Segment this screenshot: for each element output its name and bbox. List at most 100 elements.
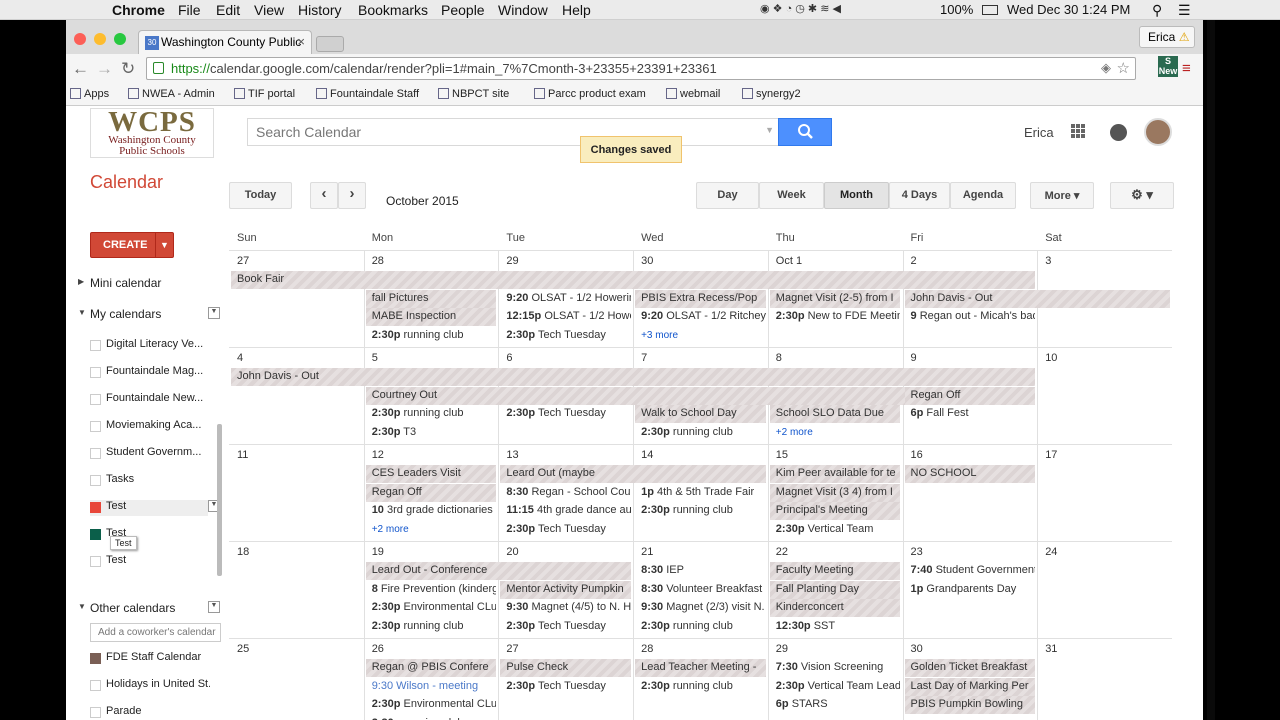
calendar-event[interactable]: Mentor Activity Pumpkin <box>500 580 632 599</box>
calendar-event[interactable]: Golden Ticket Breakfast <box>904 659 1036 677</box>
app-name[interactable]: Chrome <box>112 2 165 18</box>
my-calendars-toggle[interactable]: ▼ My calendars <box>78 307 161 321</box>
day-number[interactable]: 19 <box>372 546 384 558</box>
menu-edit[interactable]: Edit <box>216 2 240 18</box>
day-number[interactable]: 16 <box>911 449 923 461</box>
view-day-button[interactable]: Day <box>696 182 759 209</box>
calendar-event[interactable]: 2:30p Tech Tuesday <box>500 405 631 423</box>
reload-button[interactable]: ↻ <box>121 59 135 79</box>
calendar-event[interactable]: 10 3rd grade dictionaries <box>366 502 497 520</box>
forward-button[interactable]: → <box>96 59 113 79</box>
calendar-checkbox[interactable] <box>90 653 101 664</box>
address-bar[interactable]: https://calendar.google.com/calendar/ren… <box>146 57 1136 80</box>
calendar-event[interactable]: 2:30p Vertical Team <box>770 521 901 539</box>
settings-gear-icon[interactable]: ⚙ ▾ <box>1110 182 1174 209</box>
search-button[interactable] <box>778 118 832 146</box>
minimize-window-button[interactable] <box>94 33 106 45</box>
day-number[interactable]: 11 <box>237 449 248 461</box>
my-calendar-item[interactable]: Test <box>90 554 210 570</box>
close-window-button[interactable] <box>74 33 86 45</box>
calendar-checkbox[interactable] <box>90 340 101 351</box>
my-calendar-item[interactable]: Test <box>90 500 208 516</box>
calendar-event[interactable]: 9:30 Wilson - meeting <box>366 678 497 696</box>
view-month-button[interactable]: Month <box>824 182 889 209</box>
menu-view[interactable]: View <box>254 2 284 18</box>
profile-button[interactable]: Erica ⚠ <box>1139 26 1195 48</box>
calendar-event[interactable]: 9:20 OLSAT - 1/2 Ritchey <box>635 308 766 326</box>
notifications-icon[interactable] <box>1110 124 1127 141</box>
calendar-event[interactable]: Walk to School Day <box>635 405 766 424</box>
day-number[interactable]: 12 <box>372 449 384 461</box>
calendar-event[interactable]: 2:30p running club <box>366 405 497 423</box>
calendar-event[interactable]: Fall Planting Day <box>769 580 901 599</box>
calendar-event[interactable]: Leard Out (maybe <box>500 465 766 483</box>
menu-help[interactable]: Help <box>562 2 591 18</box>
day-number[interactable]: 30 <box>641 255 653 267</box>
calendar-event[interactable]: NO SCHOOL <box>904 465 1036 483</box>
calendar-event[interactable]: 2:30p running club <box>635 678 766 696</box>
day-number[interactable]: 7 <box>641 352 647 364</box>
search-input[interactable]: Search Calendar ▼ <box>247 118 779 146</box>
calendar-event[interactable]: Principal's Meeting <box>769 502 901 521</box>
day-number[interactable]: 27 <box>237 255 249 267</box>
calendar-event[interactable]: 1p 4th & 5th Trade Fair <box>635 484 766 502</box>
calendar-event[interactable]: Kinderconcert <box>769 599 901 618</box>
day-number[interactable]: 15 <box>776 449 788 461</box>
battery-icon[interactable] <box>982 5 998 15</box>
add-coworker-input[interactable]: Add a coworker's calendar <box>90 623 221 642</box>
calendar-event[interactable]: Book Fair <box>231 271 1036 289</box>
day-number[interactable]: 2 <box>911 255 917 267</box>
more-events-link[interactable]: +3 more <box>641 330 678 341</box>
user-name[interactable]: Erica <box>1024 125 1054 140</box>
calendar-event[interactable]: 2:30p Tech Tuesday <box>500 327 631 345</box>
notification-center-icon[interactable]: ☰ <box>1178 2 1191 19</box>
day-number[interactable]: 25 <box>237 643 249 655</box>
new-tab-button[interactable] <box>316 36 344 52</box>
day-number[interactable]: 6 <box>506 352 512 364</box>
bookmark-item[interactable]: Parcc product exam <box>534 88 646 100</box>
calendar-event[interactable]: Regan Off <box>904 386 1036 405</box>
other-calendars-toggle[interactable]: ▼ Other calendars <box>78 601 175 615</box>
calendar-event[interactable]: 1p Grandparents Day <box>905 581 1036 599</box>
calendar-checkbox[interactable] <box>90 367 101 378</box>
chrome-menu-icon[interactable]: ≡ <box>1182 60 1191 77</box>
sidebar-scrollbar[interactable] <box>217 424 222 576</box>
s-new-extension-icon[interactable]: S New <box>1158 56 1178 77</box>
view-week-button[interactable]: Week <box>759 182 824 209</box>
menu-history[interactable]: History <box>298 2 342 18</box>
day-number[interactable]: 18 <box>237 546 249 558</box>
day-number[interactable]: 28 <box>641 643 653 655</box>
day-number[interactable]: 8 <box>776 352 782 364</box>
day-number[interactable]: 10 <box>1045 352 1057 364</box>
day-number[interactable]: 3 <box>1045 255 1051 267</box>
calendar-checkbox[interactable] <box>90 421 101 432</box>
calendar-event[interactable]: 9:30 Magnet (4/5) to N. Hi <box>500 599 631 617</box>
calendar-event[interactable]: 2:30p Environmental CLu <box>366 599 497 617</box>
calendar-event[interactable]: Faculty Meeting <box>769 562 901 580</box>
calendar-event[interactable]: 2:30p Environmental CLu <box>366 696 497 714</box>
day-number[interactable]: Oct 1 <box>776 255 802 267</box>
other-calendar-item[interactable]: Parade <box>90 705 210 720</box>
day-number[interactable]: 9 <box>911 352 917 364</box>
menu-people[interactable]: People <box>441 2 485 18</box>
my-calendar-item[interactable]: Moviemaking Aca... <box>90 419 210 435</box>
bookmark-item[interactable]: TIF portal <box>234 88 295 100</box>
day-number[interactable]: 13 <box>506 449 518 461</box>
menu-window[interactable]: Window <box>498 2 548 18</box>
browser-tab[interactable]: 30 Washington County Public × <box>138 30 312 54</box>
prev-button[interactable]: ‹ <box>310 182 338 209</box>
calendar-event[interactable]: 9:20 OLSAT - 1/2 Howering <box>500 290 631 308</box>
calendar-event[interactable]: PBIS Pumpkin Bowling <box>904 696 1036 715</box>
calendar-event[interactable]: Leard Out - Conference <box>365 562 632 580</box>
close-tab-icon[interactable]: × <box>297 34 305 49</box>
day-number[interactable]: 23 <box>911 546 923 558</box>
my-calendar-item[interactable]: Test <box>90 527 210 543</box>
my-calendars-options-icon[interactable]: ▼ <box>208 307 220 319</box>
calendar-event[interactable]: School SLO Data Due <box>769 405 901 424</box>
calendar-event[interactable]: 2:30p running club <box>366 327 497 345</box>
calendar-event[interactable]: Kim Peer available for te <box>769 465 901 483</box>
bookmark-item[interactable]: webmail <box>666 88 720 100</box>
calendar-event[interactable]: CES Leaders Visit <box>365 465 497 483</box>
calendar-event[interactable]: John Davis - Out <box>231 368 1036 386</box>
calendar-event[interactable]: 2:30p running club <box>366 618 497 636</box>
